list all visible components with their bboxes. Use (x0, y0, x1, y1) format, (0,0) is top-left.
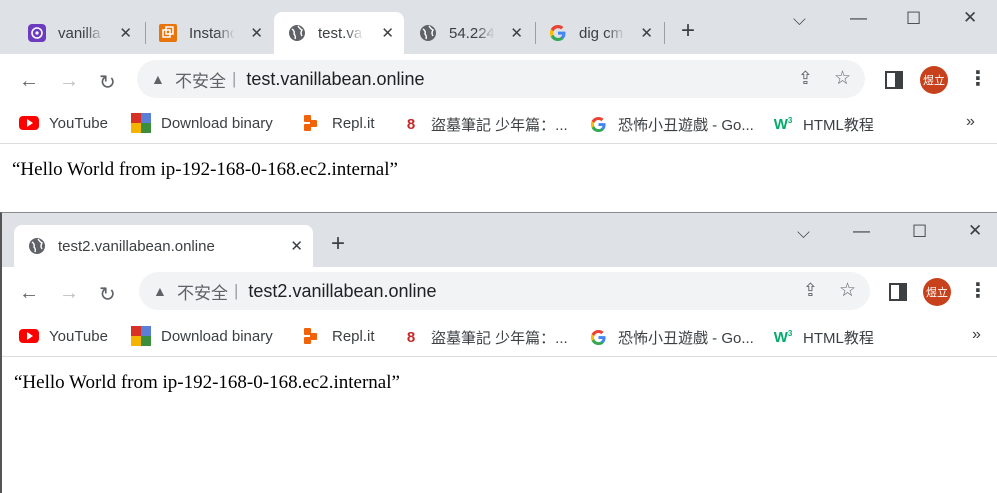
tab-vanilla[interactable]: vanilla ✕ (14, 12, 142, 54)
tab-dig[interactable]: dig cm ✕ (535, 12, 663, 54)
google-icon (588, 329, 608, 347)
bookmark-novel[interactable]: 8 盜墓筆記 少年篇：... (401, 327, 568, 348)
globe-icon (28, 237, 46, 255)
bookmark-download-binary[interactable]: Download binary (131, 326, 273, 346)
replit-icon (302, 114, 322, 132)
aws-icon (159, 24, 177, 42)
side-panel-icon[interactable] (889, 283, 907, 301)
close-tab-icon[interactable]: ✕ (250, 24, 263, 42)
chevron-down-icon[interactable]: ⌵ (793, 10, 806, 30)
page-text: “Hello World from ip-192-168-0-168.ec2.i… (12, 159, 398, 180)
close-tab-icon[interactable]: ✕ (119, 24, 132, 42)
w3schools-icon: W3 (773, 329, 793, 346)
back-arrow-icon[interactable]: ← (19, 70, 39, 93)
globe-icon (288, 24, 306, 42)
url-text[interactable]: test2.vanillabean.online (248, 281, 436, 302)
close-tab-icon[interactable]: ✕ (640, 24, 653, 42)
bookmarks-overflow-button[interactable]: » (972, 326, 981, 344)
vanilla-icon (28, 24, 46, 42)
reload-icon[interactable]: ↻ (99, 282, 116, 307)
menu-icon[interactable]: ⋮ (968, 66, 988, 91)
chevron-down-icon[interactable]: ⌵ (797, 223, 810, 243)
star-icon[interactable]: ☆ (839, 279, 856, 302)
bookmark-novel[interactable]: 8 盜墓筆記 少年篇：... (401, 114, 568, 135)
bookmark-youtube[interactable]: YouTube (19, 327, 108, 345)
number-8-icon: 8 (406, 329, 416, 346)
bookmark-youtube[interactable]: YouTube (19, 114, 108, 132)
bookmark-html[interactable]: W3 HTML教程 (773, 327, 874, 348)
forward-arrow-icon[interactable]: → (59, 282, 79, 305)
close-window-button[interactable]: ✕ (968, 221, 982, 241)
bookmark-html[interactable]: W3 HTML教程 (773, 114, 874, 135)
bookmarks-overflow-button[interactable]: » (966, 113, 975, 131)
browser-window-2: test2.vanillabean.online ✕ + ⌵ — ☐ ✕ ← →… (0, 212, 997, 493)
warning-icon[interactable]: ▲ (153, 283, 171, 299)
new-tab-button[interactable]: + (331, 230, 345, 258)
toolbar: ← → ↻ ▲ 不安全 | test.vanillabean.online ⇪ … (0, 56, 997, 106)
w3schools-icon: W3 (773, 116, 793, 133)
close-tab-icon[interactable]: ✕ (381, 24, 394, 42)
forward-arrow-icon[interactable]: → (59, 70, 79, 93)
toolbar: ← → ↻ ▲ 不安全 | test2.vanillabean.online ⇪… (2, 268, 997, 318)
number-8-icon: 8 (406, 116, 416, 133)
google-icon (588, 116, 608, 134)
google-icon (549, 24, 567, 42)
bookmark-replit[interactable]: Repl.it (302, 114, 375, 132)
address-bar[interactable]: ▲ 不安全 | test.vanillabean.online ⇪ ☆ (137, 60, 865, 98)
globe-icon (419, 24, 437, 42)
close-tab-icon[interactable]: ✕ (510, 24, 523, 42)
page-text: “Hello World from ip-192-168-0-168.ec2.i… (14, 372, 400, 393)
bookmark-game[interactable]: 恐怖小丑遊戲 - Go... (588, 327, 754, 348)
minimize-button[interactable]: — (850, 8, 867, 28)
tab-ip[interactable]: 54.224 ✕ (405, 12, 533, 54)
menu-icon[interactable]: ⋮ (968, 278, 988, 303)
youtube-icon (19, 327, 39, 345)
browser-window-1: vanilla ✕ Instanc ✕ test.va ✕ 54.224 ✕ d… (0, 0, 997, 212)
tab-test-active[interactable]: test.va ✕ (274, 12, 404, 54)
bookmark-game[interactable]: 恐怖小丑遊戲 - Go... (588, 114, 754, 135)
side-panel-icon[interactable] (885, 71, 903, 89)
download-binary-icon (131, 113, 151, 133)
avatar[interactable]: 煜立 (920, 66, 948, 94)
close-window-button[interactable]: ✕ (963, 8, 977, 28)
new-tab-button[interactable]: + (681, 17, 695, 45)
download-binary-icon (131, 326, 151, 346)
tab-strip: test2.vanillabean.online ✕ + ⌵ — ☐ ✕ (2, 213, 997, 267)
tab-instances[interactable]: Instanc ✕ (145, 12, 273, 54)
bookmarks-bar: YouTube Download binary Repl.it 8 盜墓筆記 少… (2, 317, 997, 357)
url-text[interactable]: test.vanillabean.online (246, 69, 424, 90)
bookmark-download-binary[interactable]: Download binary (131, 113, 273, 133)
tab-divider (664, 22, 665, 44)
address-bar[interactable]: ▲ 不安全 | test2.vanillabean.online ⇪ ☆ (139, 272, 870, 310)
reload-icon[interactable]: ↻ (99, 70, 116, 95)
warning-icon[interactable]: ▲ (151, 71, 169, 87)
bookmarks-bar: YouTube Download binary Repl.it 8 盜墓筆記 少… (0, 104, 997, 144)
youtube-icon (19, 114, 39, 132)
back-arrow-icon[interactable]: ← (19, 282, 39, 305)
share-icon[interactable]: ⇪ (798, 68, 813, 89)
replit-icon (302, 327, 322, 345)
minimize-button[interactable]: — (853, 221, 870, 241)
share-icon[interactable]: ⇪ (803, 280, 818, 301)
maximize-button[interactable]: ☐ (912, 222, 927, 242)
star-icon[interactable]: ☆ (834, 67, 851, 90)
avatar[interactable]: 煜立 (923, 278, 951, 306)
bookmark-replit[interactable]: Repl.it (302, 327, 375, 345)
tab-test2-active[interactable]: test2.vanillabean.online ✕ (14, 225, 313, 267)
maximize-button[interactable]: ☐ (906, 9, 921, 29)
close-tab-icon[interactable]: ✕ (290, 237, 303, 255)
tab-strip: vanilla ✕ Instanc ✕ test.va ✕ 54.224 ✕ d… (0, 0, 997, 54)
